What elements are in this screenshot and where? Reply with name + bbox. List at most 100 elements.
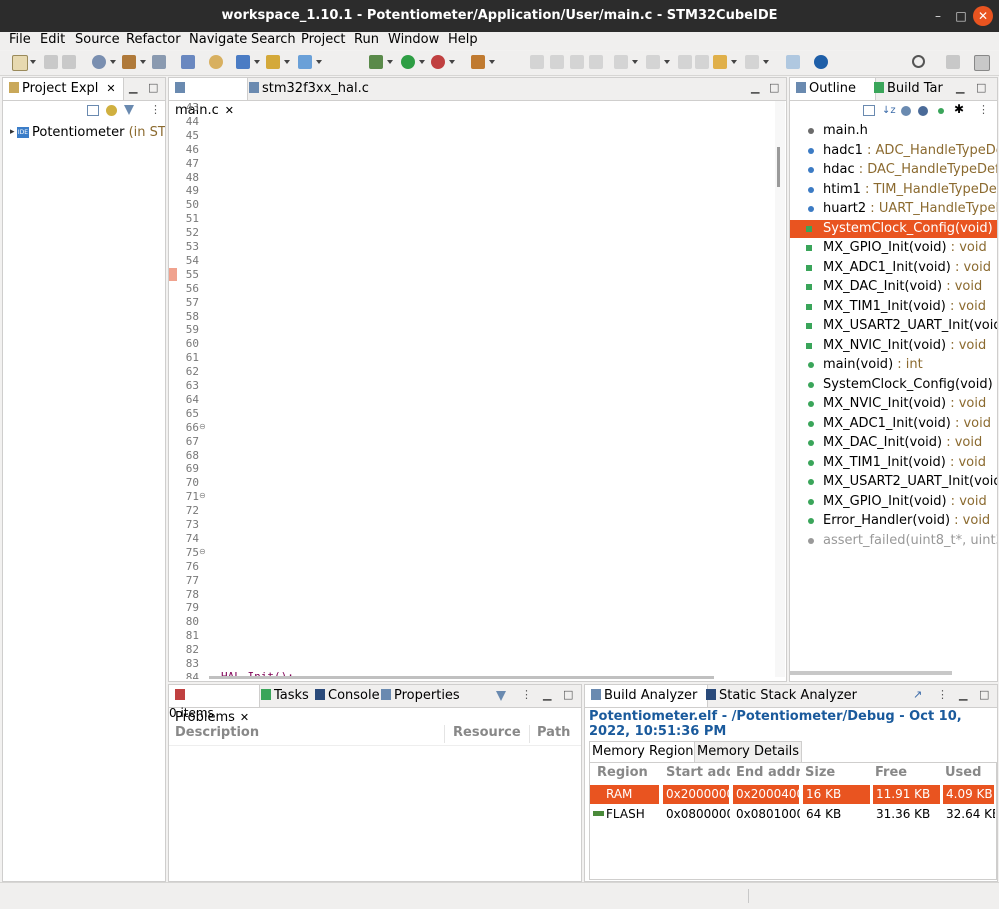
maximize-editor-icon[interactable]: □ [769,81,779,94]
refresh-icon[interactable]: ↗ [913,688,922,701]
save-all-icon[interactable] [62,55,76,69]
expand-arrow-icon[interactable]: ▸ [10,124,15,141]
view-menu-icon[interactable]: ⋮ [521,688,532,701]
outline-item[interactable]: MX_USART2_UART_Init(void) : void [790,473,997,491]
link-editor-icon[interactable] [106,105,117,116]
close-tab-icon[interactable]: ✕ [225,104,234,117]
minimize-view-icon[interactable]: ▁ [959,688,967,701]
editor-horizontal-scrollbar[interactable] [209,676,714,679]
maximize-button[interactable]: □ [951,6,971,26]
hide-non-public-icon[interactable] [938,108,944,114]
info-icon[interactable] [814,55,828,69]
col-resource[interactable]: Resource [453,725,521,740]
menu-source[interactable]: Source [75,32,120,47]
perspective-cpp-icon[interactable] [946,55,960,69]
outline-item[interactable]: htim1 : TIM_HandleTypeDef [790,181,997,199]
scrollbar-thumb[interactable] [777,147,780,187]
subtab-memory-details[interactable]: Memory Details [694,741,803,763]
tree-item-potentiometer[interactable]: ▸ IDE Potentiometer (in STM [3,124,165,142]
outline-item[interactable]: hadc1 : ADC_HandleTypeDef [790,142,997,160]
fold-collapse-icon[interactable]: ⊖ [199,422,206,431]
sort-icon[interactable]: ↓z [882,105,896,116]
hide-static-icon[interactable] [918,106,928,116]
back-arrow-icon[interactable] [713,55,727,69]
maximize-view-icon[interactable]: □ [148,81,158,94]
device-config-icon[interactable] [152,55,166,69]
menu-refactor[interactable]: Refactor [126,32,181,47]
toggle-mark-icon[interactable] [530,55,544,69]
build-hammer-icon[interactable] [122,55,136,69]
menu-window[interactable]: Window [388,32,439,47]
toggle-highlight-icon[interactable] [550,55,564,69]
menu-search[interactable]: Search [251,32,296,47]
fold-collapse-icon[interactable]: ⊖ [199,491,206,500]
forward-edit-icon[interactable] [695,55,709,69]
outline-item[interactable]: main(void) : int [790,356,997,374]
show-whitespace-icon[interactable] [589,55,603,69]
close-button[interactable]: ✕ [973,6,993,26]
run-external-icon[interactable] [431,55,445,69]
col-region[interactable]: Region [597,765,648,780]
next-annotation-icon[interactable] [614,55,628,69]
external-tools-icon[interactable] [209,55,223,69]
outline-item[interactable]: MX_NVIC_Init(void) : void [790,395,997,413]
outline-item[interactable]: huart2 : UART_HandleTypeDef [790,200,997,218]
debug-bug-icon[interactable] [369,55,383,69]
minimize-view-icon[interactable]: ▁ [956,81,964,94]
prev-annotation-icon[interactable] [646,55,660,69]
new-file-icon[interactable] [298,55,312,69]
maximize-view-icon[interactable]: □ [976,81,986,94]
manage-configs-icon[interactable] [92,55,106,69]
col-size[interactable]: Size [805,765,835,780]
maximize-view-icon[interactable]: □ [563,688,573,701]
col-used[interactable]: Used [945,765,981,780]
menu-project[interactable]: Project [301,32,345,47]
perspective-debug-icon[interactable] [974,55,990,71]
tab-build-analyzer[interactable]: Build Analyzer [585,685,708,707]
minimize-view-icon[interactable]: ▁ [129,81,137,94]
outline-horizontal-scrollbar[interactable] [790,671,952,675]
fold-collapse-icon[interactable]: ⊖ [199,547,206,556]
view-menu-icon[interactable]: ⋮ [150,103,161,116]
close-tab-icon[interactable]: ✕ [240,711,249,724]
menu-navigate[interactable]: Navigate [189,32,247,47]
open-perspective-icon[interactable] [786,55,800,69]
subtab-memory-regions[interactable]: Memory Regions [589,741,704,762]
new-folder-icon[interactable] [266,55,280,69]
close-tab-icon[interactable]: ✕ [106,82,115,95]
outline-item[interactable]: MX_DAC_Init(void) : void [790,434,997,452]
outline-item[interactable]: Error_Handler(void) : void [790,512,997,530]
tab-outline[interactable]: Outline [790,78,876,100]
outline-item[interactable]: MX_TIM1_Init(void) : void [790,298,997,316]
hide-fields-icon[interactable] [901,106,911,116]
open-type-icon[interactable] [471,55,485,69]
col-start-address[interactable]: Start addre [666,765,730,780]
search-icon[interactable] [912,55,925,68]
outline-item[interactable]: MX_ADC1_Init(void) : void [790,415,997,433]
minimize-view-icon[interactable]: ▁ [543,688,551,701]
run-icon[interactable] [401,55,415,69]
view-menu-icon[interactable]: ⋮ [978,103,989,116]
outline-item[interactable]: hdac : DAC_HandleTypeDef [790,161,997,179]
outline-item[interactable]: MX_GPIO_Init(void) : void [790,239,997,257]
outline-item[interactable]: MX_TIM1_Init(void) : void [790,454,997,472]
tab-static-stack-analyzer[interactable]: Static Stack Analyzer [700,685,863,707]
view-menu-icon[interactable]: ⋮ [937,688,948,701]
outline-item[interactable]: MX_DAC_Init(void) : void [790,278,997,296]
tab-build-targets[interactable]: Build Tar [868,78,949,100]
tab-problems[interactable]: Problems ✕ [169,685,260,725]
col-free[interactable]: Free [875,765,907,780]
menu-run[interactable]: Run [354,32,379,47]
last-edit-icon[interactable] [678,55,692,69]
outline-item[interactable]: MX_ADC1_Init(void) : void [790,259,997,277]
filter-icon[interactable] [124,105,134,115]
filter-icon[interactable] [496,691,506,701]
minimize-button[interactable]: – [928,6,948,26]
editor-vertical-scrollbar[interactable] [775,101,785,677]
block-select-icon[interactable] [570,55,584,69]
minimize-editor-icon[interactable]: ▁ [751,81,759,94]
outline-item[interactable]: SystemClock_Config(void) : void [790,376,997,394]
outline-item[interactable]: MX_GPIO_Init(void) : void [790,493,997,511]
save-icon[interactable] [44,55,58,69]
memory-region-row[interactable]: RAM0x200000000x2000400016 KB11.91 KB4.09… [590,785,996,804]
